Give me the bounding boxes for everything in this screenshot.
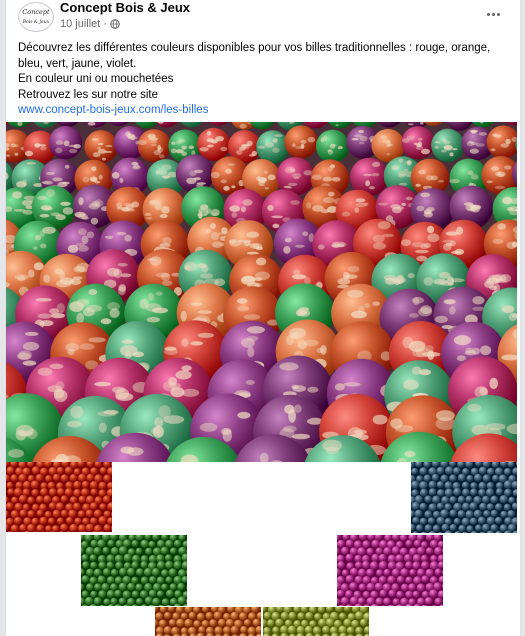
post-card: Concept Bois & Jeux Concept Bois & Jeux … [5, 0, 521, 636]
globe-icon[interactable] [110, 19, 120, 29]
thumbnail-yellow-marbles[interactable] [263, 607, 369, 636]
post-text-line: En couleur uni ou mouchetées [18, 73, 174, 85]
thumbnail-red-marbles[interactable] [6, 462, 112, 532]
media-grid [6, 122, 520, 636]
meta-separator: · [103, 18, 108, 30]
page-name-link[interactable]: Concept Bois & Jeux [60, 0, 190, 16]
post-meta: 10 juillet · [60, 17, 120, 31]
page-avatar[interactable]: Concept Bois & Jeux [18, 2, 54, 32]
avatar-logo-bottom: Bois & Jeux [22, 19, 50, 25]
thumbnail-violet-marbles[interactable] [337, 535, 443, 606]
orange-marbles-image [155, 607, 261, 636]
more-options-icon [486, 12, 500, 16]
post-date[interactable]: 10 juillet [60, 17, 100, 31]
avatar-logo: Concept Bois & Jeux [22, 8, 50, 25]
main-photo[interactable] [6, 122, 517, 462]
avatar-logo-top: Concept [22, 8, 50, 16]
post-text: Découvrez les différentes couleurs dispo… [18, 41, 512, 119]
violet-marbles-image [337, 535, 443, 606]
green-marbles-image [81, 535, 187, 606]
thumbnail-orange-marbles[interactable] [155, 607, 261, 636]
blue-marbles-image [411, 462, 517, 533]
thumbnail-green-marbles[interactable] [81, 535, 187, 606]
yellow-marbles-image [263, 607, 369, 636]
red-marbles-image [6, 462, 112, 532]
website-link[interactable]: www.concept-bois-jeux.com/les-billes [18, 103, 208, 119]
more-options-button[interactable] [478, 2, 508, 26]
post-header: Concept Bois & Jeux Concept Bois & Jeux … [6, 0, 520, 36]
post-text-line: Découvrez les différentes couleurs dispo… [18, 42, 491, 70]
speckled-marbles-photo [6, 122, 517, 462]
thumbnail-blue-marbles[interactable] [411, 462, 517, 533]
post-text-line: Retrouvez les sur notre site [18, 88, 158, 101]
